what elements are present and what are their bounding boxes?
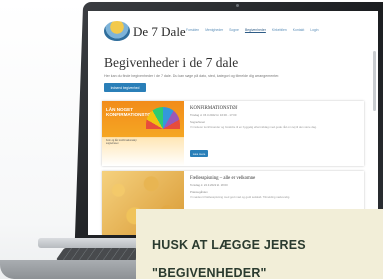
banner-line-2: "BEGIVENHEDER"	[152, 266, 267, 279]
camera-icon	[236, 4, 239, 7]
event-card[interactable]: LÅN NOGET KONFIRMATIONSTØJ Kom og lån ko…	[102, 101, 364, 166]
laptop-scene: De 7 Dale Forsiden Menigheder Sogne Begi…	[0, 0, 383, 279]
main-nav: Forsiden Menigheder Sogne Begivenheder K…	[186, 28, 319, 32]
nav-item-kirkebilen[interactable]: Kirkebilen	[272, 28, 287, 32]
promo-banner: HUSK AT LÆGGE JERES "BEGIVENHEDER"	[136, 209, 383, 279]
thumbnail-text: Kom og lån konfirmationstøj i sognehuset	[106, 139, 137, 145]
event-thumbnail: LÅN NOGET KONFIRMATIONSTØJ Kom og lån ko…	[102, 101, 184, 166]
nav-item-begivenheder[interactable]: Begivenheder	[245, 28, 266, 32]
event-place: Præstegården	[190, 189, 208, 194]
nav-item-login[interactable]: Login	[310, 28, 318, 32]
nav-item-menigheder[interactable]: Menigheder	[205, 28, 223, 32]
event-description: Vi mødes til fællesspisning med god mad …	[190, 195, 291, 200]
submit-event-button[interactable]: Indsend begivenhed	[104, 83, 146, 92]
event-body: KONFIRMATIONSTØJ Tirsdag d. 15.3.2022 kl…	[190, 106, 358, 130]
logo-text: De 7 Dale	[133, 24, 186, 39]
site-logo[interactable]: De 7 Dale	[104, 21, 186, 43]
umbrella-icon	[146, 107, 180, 129]
event-date: Tirsdag d. 15.3.2022 kl. 16:00 - 17:00	[190, 113, 237, 117]
page-title: Begivenheder i de 7 dale	[104, 55, 239, 70]
event-place: Sognehuset	[190, 119, 205, 124]
nav-item-sogne[interactable]: Sogne	[229, 28, 239, 32]
event-description: Vi inviterer konfirmander og forældre ti…	[190, 125, 317, 130]
event-body: Fællesspisning – alle er velkomne Torsda…	[190, 176, 358, 200]
page-intro: Her kan du finde begivenheder i de 7 dal…	[104, 74, 280, 78]
nav-item-forsiden[interactable]: Forsiden	[186, 28, 199, 32]
nav-item-kontakt[interactable]: Kontakt	[293, 28, 305, 32]
event-title[interactable]: Fællesspisning – alle er velkomne	[190, 176, 358, 181]
logo-mark-icon	[104, 21, 130, 41]
laptop-screen: De 7 Dale Forsiden Menigheder Sogne Begi…	[88, 11, 378, 235]
banner-line-1: HUSK AT LÆGGE JERES	[152, 238, 306, 252]
site-header: De 7 Dale Forsiden Menigheder Sogne Begi…	[88, 11, 378, 49]
read-more-button[interactable]: Læs mere	[190, 150, 208, 157]
event-date: Torsdag d. 24.3.2022 kl. 18:00	[190, 183, 228, 187]
event-title[interactable]: KONFIRMATIONSTØJ	[190, 106, 358, 111]
page-scrollbar[interactable]	[373, 51, 376, 111]
